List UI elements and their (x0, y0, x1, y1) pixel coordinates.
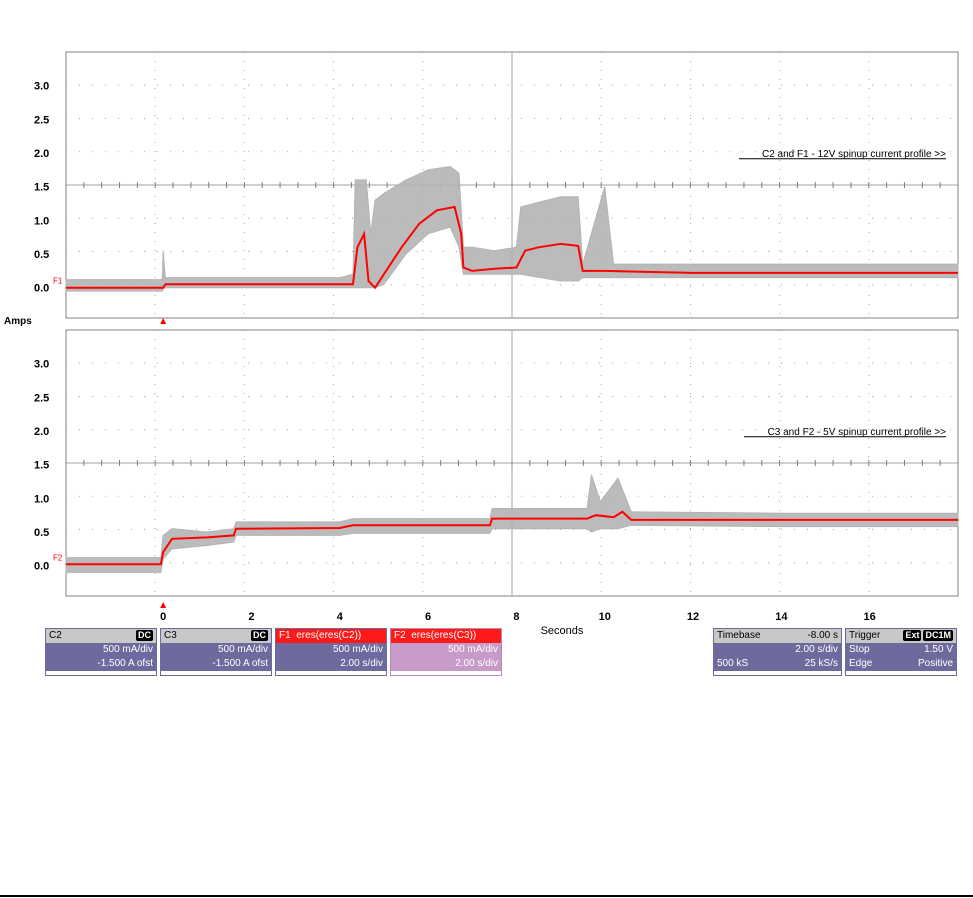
trigger-level: 1.50 V (924, 644, 953, 655)
trigger-coupling: DC1M (923, 630, 953, 641)
math-f1-timebase: 2.00 s/div (340, 658, 383, 669)
trigger-source: Ext (903, 630, 922, 641)
y-tick-label: 0.5 (34, 527, 49, 539)
y-tick-label: 3.0 (34, 359, 49, 371)
oscilloscope-display: 0.0 0.5 1.0 1.5 2.0 2.5 3.0 F1 C2 and F1 - 12V s… (4, 51, 959, 637)
x-tick-label: 14 (775, 611, 788, 623)
y-tick-label: 1.5 (34, 182, 49, 194)
y-tick-label: 2.5 (34, 114, 49, 126)
x-tick-label: 16 (864, 611, 876, 623)
trigger-type: Edge (849, 658, 873, 669)
trigger-mode: Stop (849, 644, 870, 655)
trigger-readout[interactable]: Trigger Ext DC1M Stop 1.50 V Edge Positive (845, 628, 957, 676)
channel-c3-offset: -1.500 A ofst (212, 658, 268, 669)
timebase-label: Timebase (717, 630, 761, 641)
math-f1-readout[interactable]: F1 eres(eres(C2)) 500 mA/div 2.00 s/div (275, 628, 387, 676)
x-tick-label: 0 (160, 611, 166, 623)
panel-annotation: C2 and F1 - 12V spinup current profile >… (762, 149, 946, 160)
x-tick-label: 12 (687, 611, 699, 623)
channel-c2-name: C2 (49, 630, 62, 641)
timebase-samples: 500 kS (717, 658, 749, 669)
channel-c2-readout[interactable]: C2 DC 500 mA/div -1.500 A ofst (45, 628, 157, 676)
y-axis-label: Amps (4, 316, 32, 327)
channel-c2-offset: -1.500 A ofst (97, 658, 153, 669)
channel-c2-scale: 500 mA/div (102, 644, 153, 655)
plot-panel-1 (65, 51, 959, 319)
channel-c2-coupling: DC (136, 630, 153, 641)
x-tick-label: 2 (248, 611, 254, 623)
y-tick-label: 0.0 (34, 561, 49, 573)
channel-c3-coupling: DC (251, 630, 268, 641)
math-f2-name: F2 (394, 630, 406, 641)
math-f2-function: eres(eres(C3)) (411, 630, 477, 641)
math-f2-timebase: 2.00 s/div (455, 658, 498, 669)
timebase-delay: -8.00 s (807, 630, 838, 641)
y-tick-label: 0.0 (34, 283, 49, 295)
y-tick-label: 1.0 (34, 493, 49, 505)
trace-marker-label: F1 (53, 277, 63, 286)
y-tick-label: 3.0 (34, 81, 49, 93)
x-tick-label: 6 (425, 611, 431, 623)
math-f1-function: eres(eres(C2)) (296, 630, 362, 641)
trigger-marker-top (160, 318, 167, 324)
y-tick-label: 2.0 (34, 148, 49, 160)
trace-marker-label: F2 (53, 553, 63, 562)
y-tick-label: 2.5 (34, 392, 49, 404)
trigger-label: Trigger (849, 630, 881, 641)
math-f2-readout[interactable]: F2 eres(eres(C3)) 500 mA/div 2.00 s/div (390, 628, 502, 676)
plot-panel-2 (65, 329, 959, 597)
channel-c3-name: C3 (164, 630, 177, 641)
x-tick-label: 8 (513, 611, 519, 623)
x-tick-label: 10 (599, 611, 611, 623)
math-f2-scale: 500 mA/div (447, 644, 498, 655)
x-tick-label: 4 (337, 611, 344, 623)
y-tick-label: 0.5 (34, 249, 49, 261)
y-tick-label: 2.0 (34, 426, 49, 438)
y-tick-label: 1.5 (34, 460, 49, 472)
readout-bar: C2 DC 500 mA/div -1.500 A ofst C3 DC 500 m… (0, 628, 973, 678)
timebase-rate: 25 kS/s (804, 658, 838, 669)
channel-c3-readout[interactable]: C3 DC 500 mA/div -1.500 A ofst (160, 628, 272, 676)
panel-annotation: C3 and F2 - 5V spinup current profile >> (768, 427, 947, 438)
math-f1-name: F1 (279, 630, 291, 641)
channel-c3-scale: 500 mA/div (217, 644, 268, 655)
timebase-readout[interactable]: Timebase -8.00 s 2.00 s/div 500 kS 25 kS/s (713, 628, 842, 676)
trigger-marker-bottom (160, 602, 167, 608)
timebase-scale: 2.00 s/div (795, 644, 838, 655)
y-tick-label: 1.0 (34, 215, 49, 227)
trigger-slope: Positive (917, 658, 953, 669)
page-bottom-rule (0, 895, 973, 897)
math-f1-scale: 500 mA/div (332, 644, 383, 655)
